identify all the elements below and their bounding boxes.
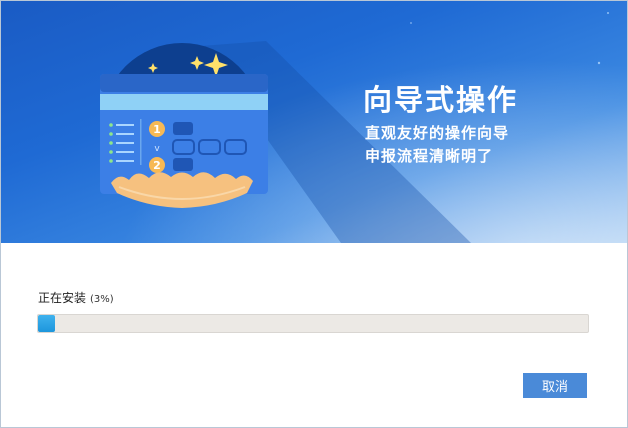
step-two-number: 2 (153, 159, 161, 172)
illustration-box (173, 158, 193, 171)
install-status-label: 正在安装 (38, 291, 87, 305)
step-one-number: 1 (153, 123, 161, 136)
wizard-illustration: 1 v 2 (100, 12, 609, 243)
illustration-box (173, 122, 193, 135)
banner-subtitle-line-1: 直观友好的操作向导 (365, 124, 510, 142)
illustration-divider (140, 119, 142, 165)
banner: 1 v 2 向导式操作 直观友好的操作向导 申报流程清晰明了 (1, 1, 627, 243)
illustration-card-top (100, 74, 268, 92)
step-arrow-icon: v (154, 144, 160, 154)
install-progress-bar (37, 314, 589, 333)
banner-subtitle-line-2: 申报流程清晰明了 (365, 147, 494, 165)
star-dot (607, 12, 609, 14)
install-percent: (3%) (90, 294, 114, 305)
install-progress-fill (38, 315, 55, 332)
star-dot (597, 61, 601, 65)
install-status: 正在安装 (3%) (38, 289, 114, 306)
cancel-button[interactable]: 取消 (523, 373, 587, 398)
star-dot (410, 22, 412, 24)
illustration-cloud (111, 172, 253, 208)
installer-window: 1 v 2 向导式操作 直观友好的操作向导 申报流程清晰明了 正在安装 (3%) … (0, 0, 628, 428)
banner-title: 向导式操作 (363, 83, 519, 117)
illustration-card-bar (100, 94, 268, 110)
